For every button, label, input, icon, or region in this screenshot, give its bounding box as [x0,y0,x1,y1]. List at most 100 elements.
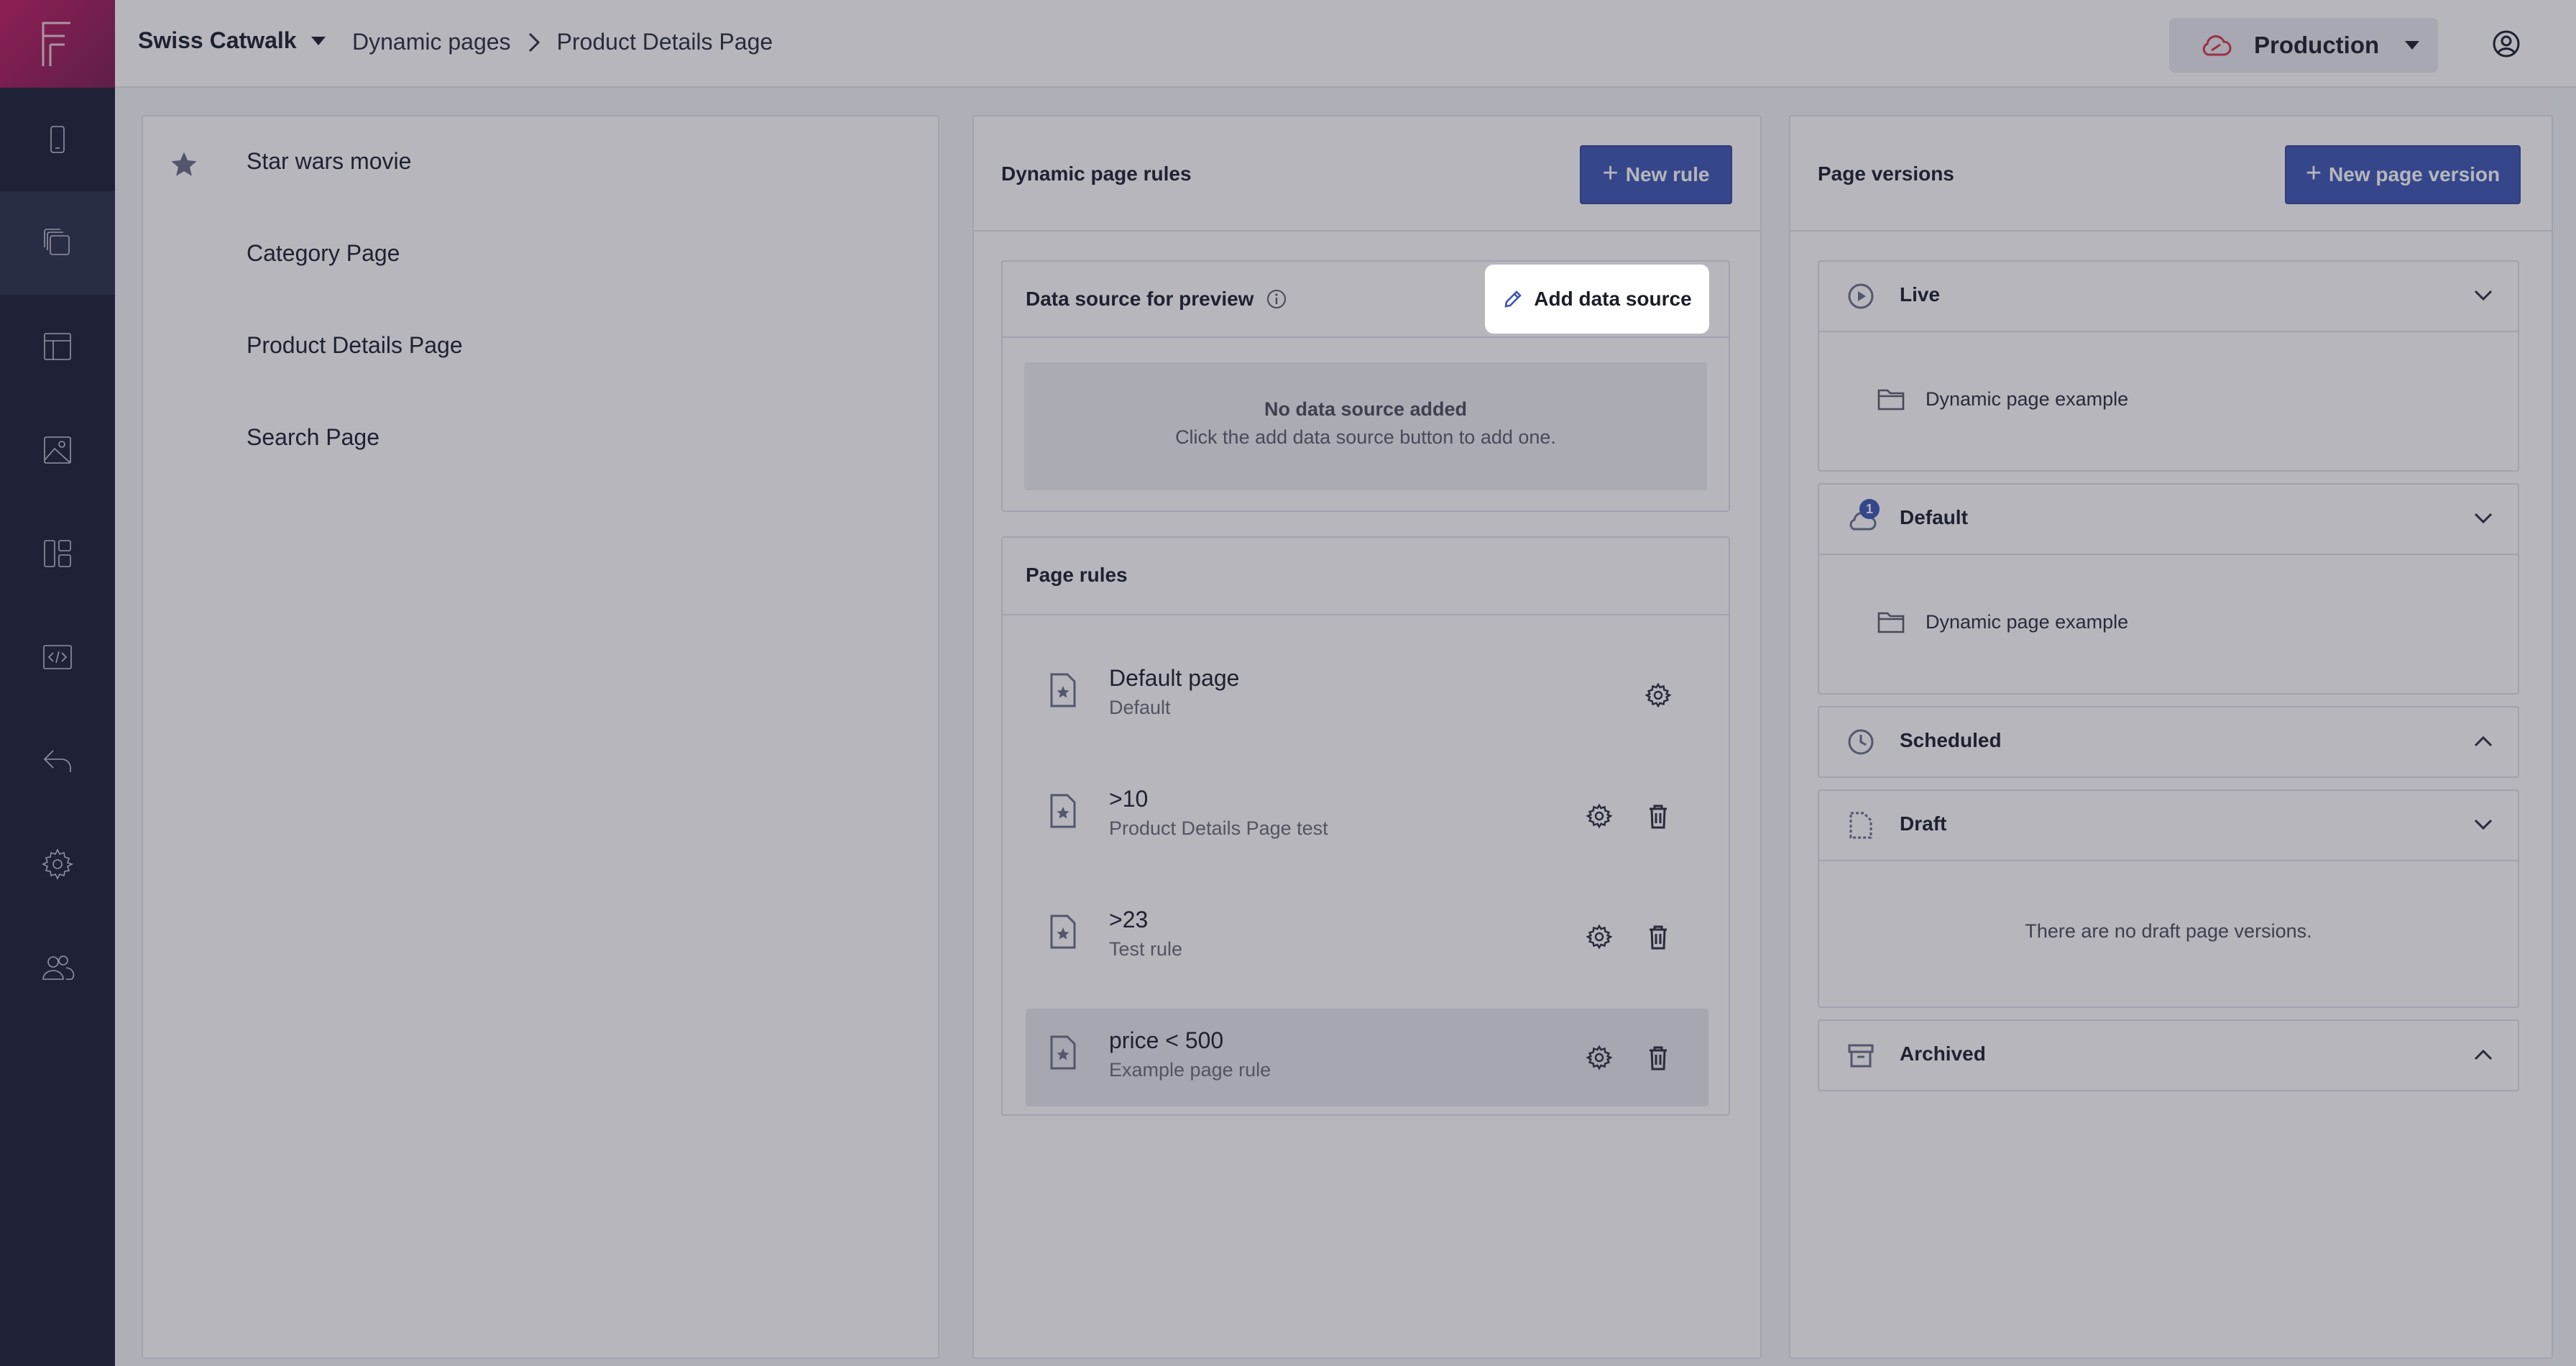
app-logo[interactable] [0,0,115,88]
gear-icon[interactable] [1585,922,1614,951]
frontastic-logo-icon [42,22,70,66]
sidebar-item-back[interactable] [0,709,115,812]
version-section-default: 1 Default Dynamic page example [1818,483,2519,695]
rule-name: price < 500 [1109,1027,1224,1053]
section-header[interactable]: Scheduled [1819,707,2518,776]
sidebar-item-devices[interactable] [0,88,115,191]
section-title: Default [1900,506,1968,528]
code-icon [43,645,72,669]
panel-title: Page versions [1818,162,1954,185]
empty-title: No data source added [1264,398,1468,420]
environment-selector[interactable]: Production [2169,18,2438,73]
draft-file-icon [1849,812,1872,839]
version-item-name: Dynamic page example [1926,388,2129,410]
chevron-down-icon [310,36,326,45]
rule-name: >10 [1109,786,1149,812]
breadcrumb-parent-link[interactable]: Dynamic pages [352,29,511,55]
gear-icon[interactable] [1644,681,1673,710]
sidebar-item-users[interactable] [0,916,115,1019]
rule-subtitle: Product Details Page test [1109,817,1328,839]
version-section-draft: Draft There are no draft page versions. [1818,789,2519,1008]
clock-icon [1848,729,1874,755]
sidebar-item-media[interactable] [0,398,115,502]
plus-icon: + [2305,157,2322,188]
page-list-item[interactable]: Category Page [247,240,400,267]
section-body: There are no draft page versions. [1819,860,2518,1008]
page-rule-icon [1050,915,1076,949]
layout-icon [44,333,71,360]
mobile-icon [50,126,65,153]
trash-icon[interactable] [1644,1043,1673,1072]
section-header[interactable]: Live [1819,262,2518,331]
new-rule-button[interactable]: + New rule [1580,145,1732,204]
users-icon [42,955,75,980]
section-title: Scheduled [1900,729,2002,751]
trash-icon[interactable] [1644,802,1673,830]
pages-icon [44,229,70,255]
sidebar-item-layouts[interactable] [0,295,115,398]
section-header[interactable]: Draft [1819,791,2518,860]
page-list-item[interactable]: Star wars movie [247,148,411,175]
cloud-icon [2202,35,2232,56]
rule-name: >23 [1109,907,1149,932]
rule-name: Default page [1109,665,1240,691]
version-section-live: Live Dynamic page example [1818,260,2519,472]
chevron-down-icon [2474,290,2493,301]
rules-panel-header: Dynamic page rules + New rule [974,116,1760,232]
chevron-up-icon [2474,1049,2493,1060]
chevron-right-icon [528,32,540,52]
sidebar-item-settings[interactable] [0,812,115,916]
section-header[interactable]: 1 Default [1819,485,2518,554]
version-section-archived: Archived [1818,1019,2519,1091]
play-icon [1848,283,1874,309]
chevron-down-icon [2405,41,2419,50]
page-rule-row-selected[interactable]: price < 500 Example page rule [1026,1009,1708,1106]
section-title: Draft [1900,812,1947,835]
data-source-empty-state: No data source added Click the add data … [1024,362,1707,490]
new-page-version-button[interactable]: + New page version [2285,145,2521,204]
sidebar-item-dynamic-pages[interactable] [0,191,115,295]
page-list-item[interactable]: Search Page [247,424,380,451]
panel-title: Dynamic page rules [1001,162,1192,185]
version-item[interactable]: Dynamic page example [1877,387,2128,411]
version-item[interactable]: Dynamic page example [1877,610,2128,634]
empty-text: Click the add data source button to add … [1175,426,1556,448]
plus-icon: + [1602,157,1619,188]
new-version-label: New page version [2329,163,2501,185]
chevron-up-icon [2474,735,2493,747]
undo-icon [43,750,71,772]
org-selector[interactable]: Swiss Catwalk [138,27,326,54]
page-rule-row[interactable]: >23 Test rule [1026,888,1708,986]
sidebar-item-components[interactable] [0,502,115,605]
add-data-source-button[interactable]: Add data source [1485,265,1709,334]
breadcrumb: Dynamic pages Product Details Page [352,29,773,55]
notification-badge: 1 [1859,499,1880,519]
versions-panel-header: Page versions + New page version [1790,116,2552,232]
new-rule-label: New rule [1625,163,1710,185]
page-rule-row[interactable]: >10 Product Details Page test [1026,767,1708,865]
rule-subtitle: Test rule [1109,938,1183,960]
page-rules-card-header: Page rules [1003,538,1729,615]
add-data-source-label: Add data source [1534,288,1692,310]
section-header[interactable]: Archived [1819,1021,2518,1090]
info-icon[interactable] [1265,288,1288,311]
star-icon[interactable] [169,150,199,180]
pages-list-panel: Star wars movie Category Page Product De… [142,115,939,1359]
data-source-title: Data source for preview [1026,288,1254,310]
version-section-scheduled: Scheduled [1818,706,2519,778]
page-rule-row[interactable]: Default page Default [1026,646,1708,744]
sidebar-item-developer[interactable] [0,605,115,709]
gear-icon[interactable] [1585,1043,1614,1072]
gear-icon[interactable] [1585,802,1614,830]
environment-name: Production [2254,32,2380,58]
top-bar: Swiss Catwalk Dynamic pages Product Deta… [115,0,2576,88]
user-account-icon[interactable] [2488,26,2524,62]
trash-icon[interactable] [1644,922,1673,951]
settings-icon [42,848,74,880]
chevron-down-icon [2474,819,2493,830]
page-list-item[interactable]: Product Details Page [247,332,463,359]
section-body: Dynamic page example [1819,554,2518,695]
page-rules-title: Page rules [1026,564,1128,586]
sidebar-nav [0,0,115,1366]
section-body: Dynamic page example [1819,331,2518,472]
